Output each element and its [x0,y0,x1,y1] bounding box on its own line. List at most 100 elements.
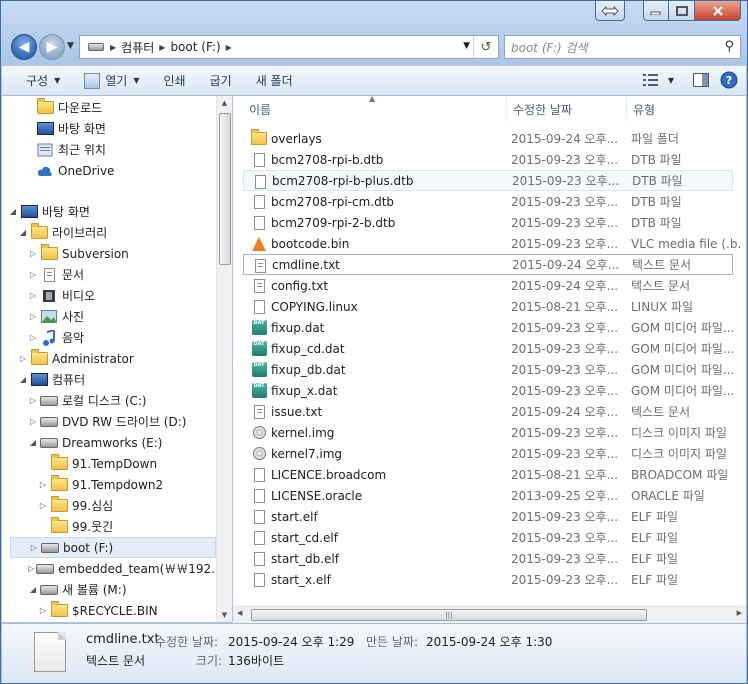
breadcrumb-computer[interactable]: 컴퓨터 [118,39,157,56]
file-row[interactable]: cmdline.txt 2015-09-24 오후... 텍스트 문서 [243,254,733,275]
file-row[interactable]: DAT fixup_x.dat 2015-09-23 오후... GOM 미디어 파일… [243,380,734,401]
breadcrumb-boot[interactable]: boot (F:) [167,40,223,54]
tree-item[interactable]: ▷ 음악 [2,327,216,348]
scroll-left-icon[interactable]: ◀ [237,609,242,617]
tree-item[interactable]: 다운로드 [2,97,216,118]
new-folder-button[interactable]: 새 폴더 [244,72,305,89]
expand-toggle-icon[interactable]: ▷ [29,543,39,552]
file-type: BROADCOM 파일 [631,468,729,482]
tree-item[interactable]: ◢ 바탕 화면 [2,201,216,222]
expand-toggle-icon[interactable]: ▷ [28,396,38,405]
open-button[interactable]: 열기 ▼ [72,72,151,89]
search-icon[interactable]: ⚲ [724,39,734,54]
expand-toggle-icon[interactable]: ▷ [28,333,38,342]
file-row[interactable]: COPYING.linux 2015-08-21 오후... LINUX 파일 [243,296,733,317]
expand-toggle-icon[interactable]: ◢ [28,585,38,594]
column-date[interactable]: 수정한 날짜 [507,96,627,122]
horizontal-scrollbar[interactable]: ◀ ||| ▶ [233,606,746,623]
tree-item[interactable]: ▷ DVD RW 드라이브 (D:) [2,411,216,432]
file-row[interactable]: start_db.elf 2015-09-23 오후... ELF 파일 [243,548,733,569]
minimize-icon[interactable] [643,1,669,21]
scrollbar-thumb[interactable]: ||| [251,609,647,621]
tree-item[interactable]: ▷ 문서 [2,264,216,285]
maximize-icon[interactable] [669,1,695,21]
search-input[interactable]: boot (F:) 검색 ⚲ [504,35,741,59]
expand-toggle-icon[interactable]: ▷ [28,291,38,300]
scroll-up-icon[interactable]: ▲ [217,96,232,110]
file-row[interactable]: kernel7.img 2015-09-23 오후... 디스크 이미지 파일 [243,443,733,464]
expand-toggle-icon[interactable]: ▷ [28,312,38,321]
close-icon[interactable] [695,1,741,21]
expand-toggle-icon[interactable]: ▷ [28,564,34,573]
details-pane: cmdline.txt 수정한 날짜: 2015-09-24 오후 1:29 만… [2,623,746,683]
burn-button[interactable]: 굽기 [198,72,244,89]
file-row[interactable]: issue.txt 2015-09-24 오후... 텍스트 문서 [243,401,733,422]
scrollbar-thumb[interactable] [219,113,231,265]
expand-toggle-icon[interactable]: ▷ [28,417,38,426]
help-icon[interactable]: ? [718,70,740,90]
tree-item[interactable]: 바탕 화면 [2,118,216,139]
tree-item[interactable]: ▷ 비디오 [2,285,216,306]
file-row[interactable]: start_x.elf 2015-09-23 오후... ELF 파일 [243,569,733,590]
address-history-dropdown-icon[interactable]: ▼ [463,41,470,51]
expand-toggle-icon[interactable]: ◢ [18,228,28,237]
expand-toggle-icon[interactable]: ▷ [28,270,38,279]
preview-pane-icon[interactable] [690,70,712,90]
expand-toggle-icon[interactable]: ◢ [8,207,18,216]
tree-item[interactable]: ◢ 라이브러리 [2,222,216,243]
file-row[interactable]: config.txt 2015-09-24 오후... 텍스트 문서 [243,275,733,296]
print-button[interactable]: 인쇄 [152,72,198,89]
back-button[interactable]: ◀ [11,34,37,60]
file-row[interactable]: kernel.img 2015-09-23 오후... 디스크 이미지 파일 [243,422,733,443]
forward-button[interactable]: ▶ [39,34,65,60]
tree-item[interactable]: ▷ boot (F:) [10,537,216,558]
tree-item[interactable]: ◢ Dreamworks (E:) [2,432,216,453]
expand-toggle-icon[interactable]: ▷ [38,501,48,510]
file-row[interactable]: DAT fixup_cd.dat 2015-09-23 오후... GOM 미디어 파… [243,338,734,359]
tree-item[interactable]: ▷ 사진 [2,306,216,327]
tree-item[interactable]: 최근 위치 [2,139,216,160]
resize-icon[interactable] [595,1,625,21]
file-row[interactable]: DAT fixup_db.dat 2015-09-23 오후... GOM 미디어 파… [243,359,734,380]
file-row[interactable]: DAT fixup.dat 2015-09-23 오후... GOM 미디어 파일..… [243,317,734,338]
expand-toggle-icon[interactable]: ▷ [18,354,28,363]
tree-item[interactable]: ▷ 91.Tempdown2 [2,474,216,495]
expand-toggle-icon[interactable]: ▷ [38,606,48,615]
file-row[interactable]: bcm2708-rpi-cm.dtb 2015-09-23 오후... DTB 파일 [243,191,733,212]
file-row[interactable]: start.elf 2015-09-23 오후... ELF 파일 [243,506,733,527]
tree-item[interactable]: ▷ $RECYCLE.BIN [2,600,216,621]
scroll-down-icon[interactable]: ▼ [217,608,232,622]
view-options-icon[interactable] [640,70,662,90]
file-row[interactable]: bootcode.bin 2015-09-23 오후... VLC media fi… [243,233,741,254]
expand-toggle-icon[interactable]: ◢ [28,438,38,447]
tree-item[interactable]: ▷ Administrator [2,348,216,369]
address-bar[interactable]: ▶ 컴퓨터 ▶ boot (F:) ▶ ▼ ↺ [79,35,499,59]
tree-item[interactable]: ◢ 컴퓨터 [2,369,216,390]
refresh-icon[interactable]: ↺ [473,36,498,58]
expand-toggle-icon[interactable]: ▷ [38,480,48,489]
tree-item[interactable]: 91.TempDown [2,453,216,474]
file-row[interactable]: overlays 2015-09-24 오후... 파일 폴더 [243,128,733,149]
file-row[interactable]: LICENCE.broadcom 2015-08-21 오후... BROADCOM… [243,464,733,485]
tree-item[interactable]: ▷ 99.심심 [2,495,216,516]
tree-item[interactable]: ◢ 새 볼륨 (M:) [2,579,216,600]
recent-pages-dropdown-icon[interactable]: ▼ [67,41,74,51]
tree-item[interactable]: OneDrive [2,160,216,181]
details-size-label: 크기: [196,654,223,668]
organize-button[interactable]: 구성 ▼ [2,72,72,89]
column-type[interactable]: 유형 [627,96,746,122]
file-row[interactable]: bcm2708-rpi-b.dtb 2015-09-23 오후... DTB 파일 [243,149,733,170]
file-row[interactable]: bcm2709-rpi-2-b.dtb 2015-09-23 오후... DTB 파… [243,212,733,233]
expand-toggle-icon[interactable]: ▷ [28,249,38,258]
file-row[interactable]: bcm2708-rpi-b-plus.dtb 2015-09-23 오후... DT… [243,170,733,191]
file-row[interactable]: LICENSE.oracle 2013-09-25 오후... ORACLE 파일 [243,485,733,506]
chevron-down-icon[interactable]: ▼ [668,76,674,85]
tree-item[interactable]: ▷ Subversion [2,243,216,264]
tree-item[interactable]: 99.웃긴 [2,516,216,537]
file-row[interactable]: start_cd.elf 2015-09-23 오후... ELF 파일 [243,527,733,548]
tree-item[interactable]: ▷ 로컬 디스크 (C:) [2,390,216,411]
tree-item[interactable]: ▷ embedded_team(￦￦192.1 [2,558,216,579]
expand-toggle-icon[interactable]: ◢ [18,375,28,384]
navigation-scrollbar[interactable]: ▲ ▼ [216,96,232,622]
scroll-right-icon[interactable]: ▶ [737,609,742,617]
